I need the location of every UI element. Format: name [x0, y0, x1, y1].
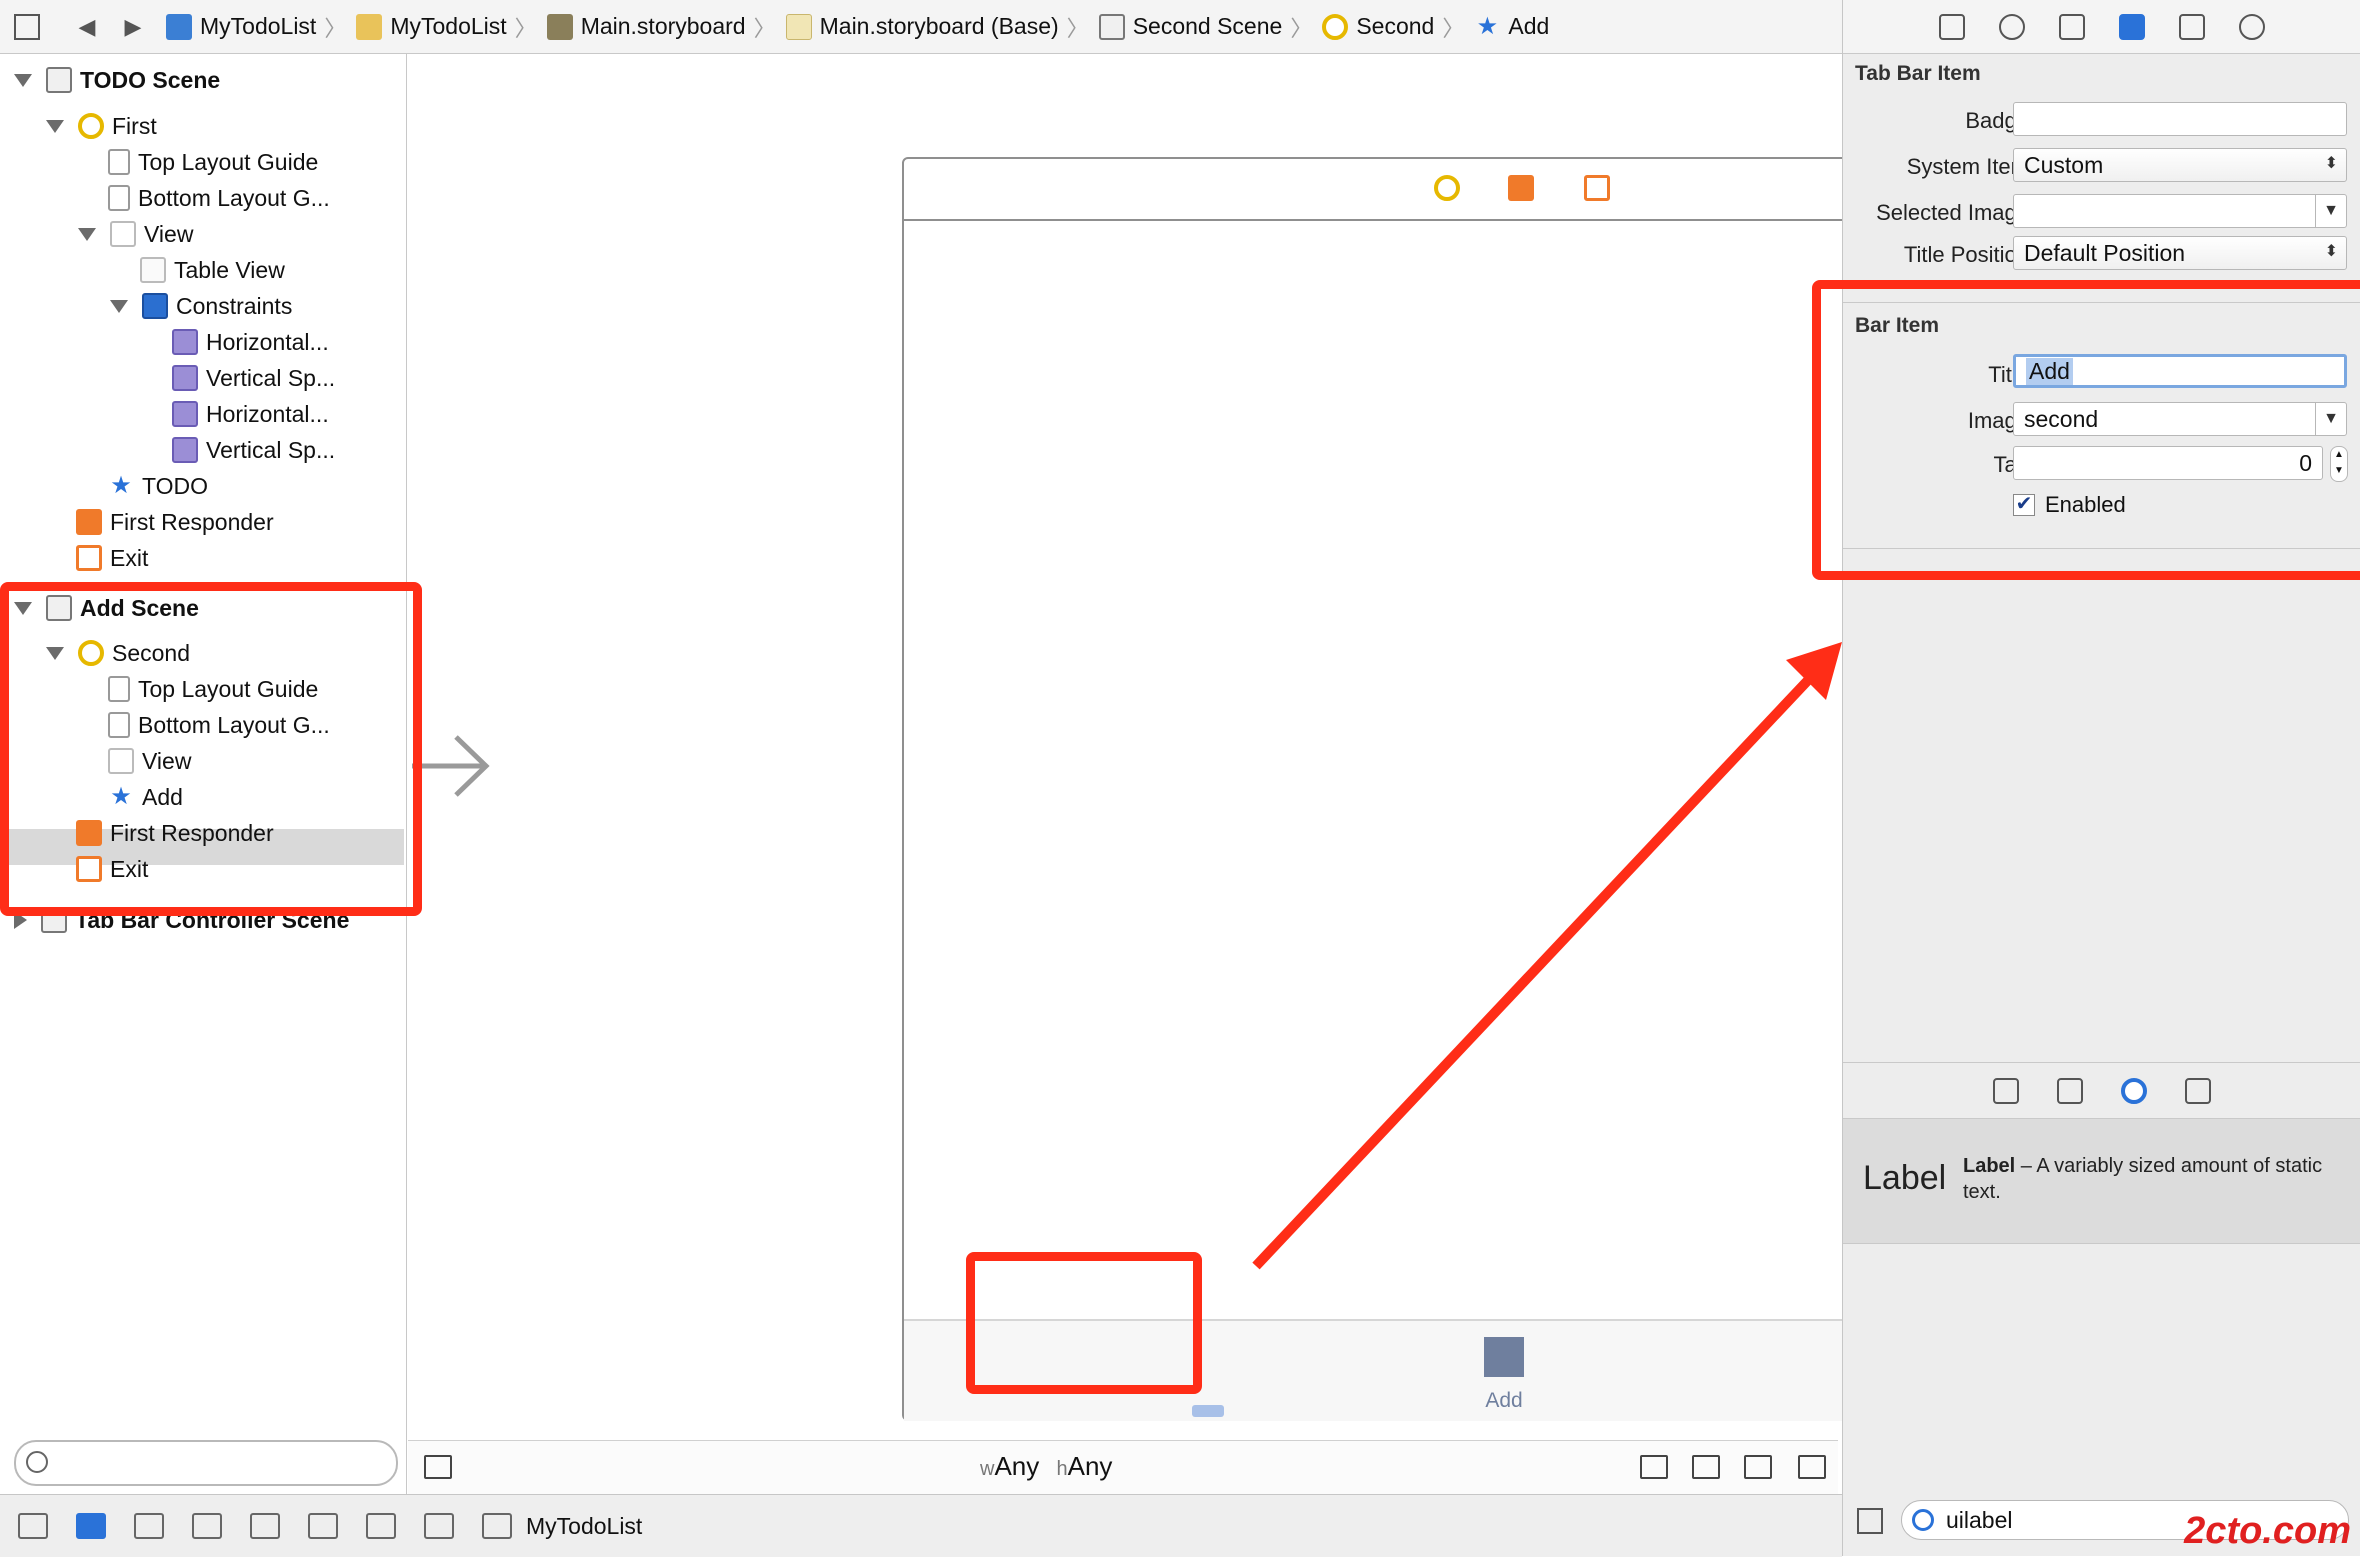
- annotation-arrow-icon: [1252, 642, 1842, 1270]
